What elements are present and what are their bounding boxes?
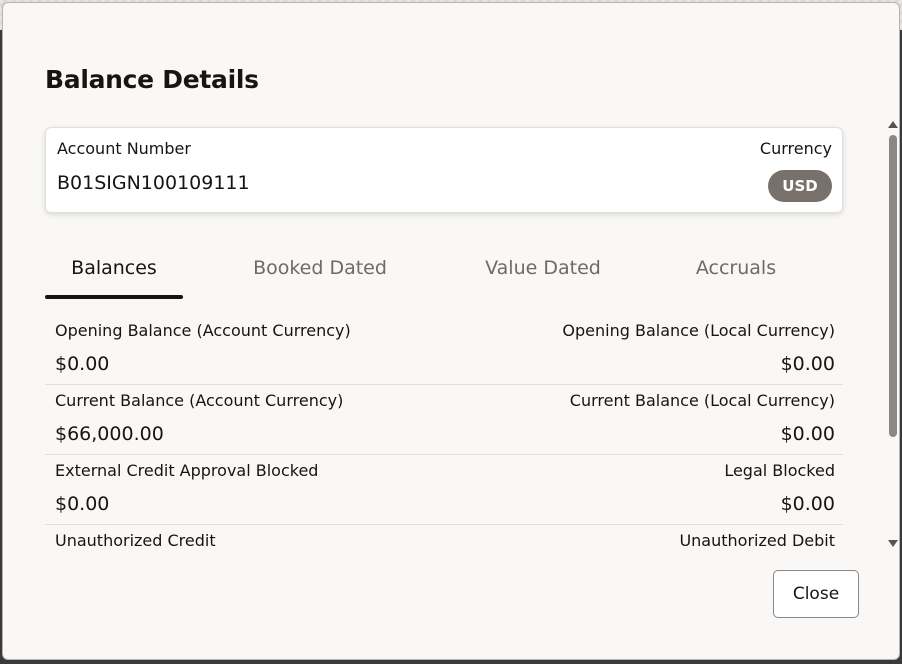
legal-blocked-label: Legal Blocked: [724, 461, 835, 480]
unauthorized-debit-label: Unauthorized Debit: [679, 531, 835, 550]
dialog-scroll-area[interactable]: Account Number B01SIGN100109111 Currency…: [3, 115, 899, 551]
account-number-value: B01SIGN100109111: [57, 172, 250, 194]
external-credit-approval-blocked-value: $0.00: [55, 493, 110, 515]
current-balance-account-value: $66,000.00: [55, 423, 164, 445]
opening-balance-account-label: Opening Balance (Account Currency): [55, 321, 351, 340]
balance-row: Opening Balance (Account Currency) $0.00…: [45, 315, 843, 385]
tab-value-dated[interactable]: Value Dated: [469, 237, 617, 299]
account-card: Account Number B01SIGN100109111 Currency…: [45, 127, 843, 213]
legal-blocked-value: $0.00: [780, 493, 835, 515]
current-balance-local-value: $0.00: [780, 423, 835, 445]
scroll-down-arrow-icon[interactable]: [888, 540, 898, 547]
unauthorized-credit-label: Unauthorized Credit: [55, 531, 216, 550]
opening-balance-local-value: $0.00: [780, 353, 835, 375]
balances-list: Opening Balance (Account Currency) $0.00…: [45, 315, 843, 551]
balance-row: Unauthorized Credit Unauthorized Debit: [45, 525, 843, 551]
tab-balances[interactable]: Balances: [45, 237, 183, 299]
opening-balance-local-label: Opening Balance (Local Currency): [562, 321, 835, 340]
scroll-up-arrow-icon[interactable]: [888, 121, 898, 128]
balance-row: Current Balance (Account Currency) $66,0…: [45, 385, 843, 455]
current-balance-account-label: Current Balance (Account Currency): [55, 391, 344, 410]
balance-tabs: Balances Booked Dated Value Dated Accrua…: [45, 237, 843, 299]
balance-details-dialog: Balance Details Account Number B01SIGN10…: [2, 2, 900, 660]
dialog-title: Balance Details: [45, 65, 259, 94]
close-button[interactable]: Close: [773, 570, 859, 618]
external-credit-approval-blocked-label: External Credit Approval Blocked: [55, 461, 319, 480]
account-number-label: Account Number: [57, 139, 191, 158]
currency-label: Currency: [759, 139, 832, 158]
tab-booked-dated[interactable]: Booked Dated: [235, 237, 405, 299]
vertical-scrollbar[interactable]: [885, 115, 899, 551]
currency-badge: USD: [768, 170, 832, 202]
tab-accruals[interactable]: Accruals: [681, 237, 791, 299]
scrollbar-thumb[interactable]: [889, 135, 897, 437]
balance-row: External Credit Approval Blocked $0.00 L…: [45, 455, 843, 525]
opening-balance-account-value: $0.00: [55, 353, 110, 375]
current-balance-local-label: Current Balance (Local Currency): [569, 391, 835, 410]
